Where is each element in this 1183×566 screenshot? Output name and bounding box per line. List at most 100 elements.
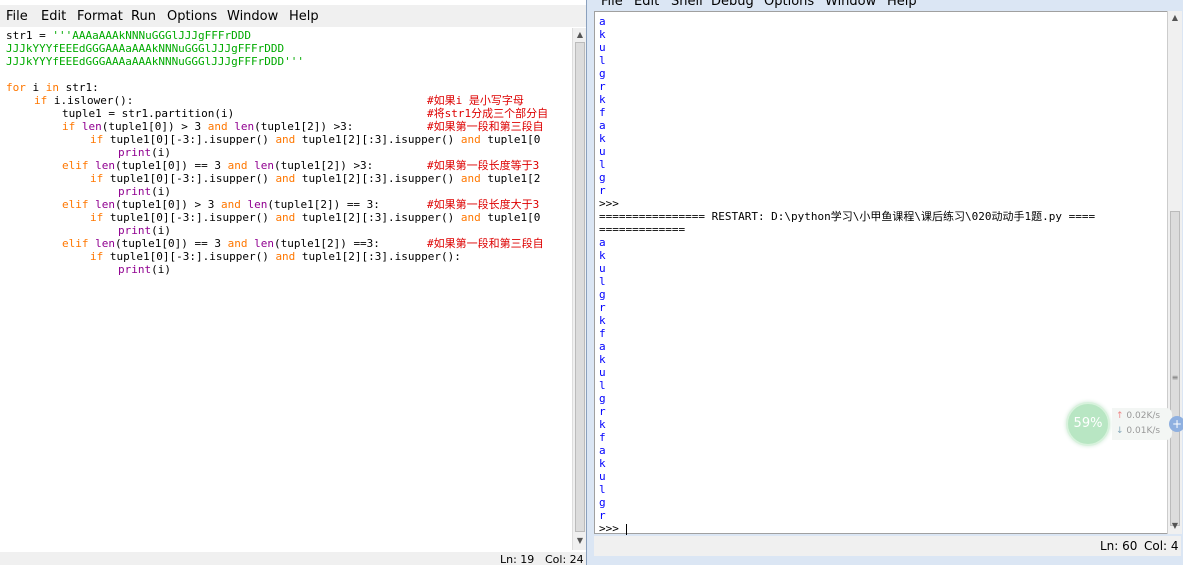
shell-menu-options[interactable]: Options	[764, 0, 814, 9]
shell-menu-shell[interactable]: Shell	[671, 0, 703, 9]
output-block: a k u l g r k f a k u l g r k f a k u l …	[599, 236, 606, 522]
code-text: (tuple1[0]) == 3	[115, 237, 228, 250]
code-text: (i)	[151, 263, 171, 276]
code-text: tuple1[2][:3].isupper()	[295, 211, 461, 224]
menu-file[interactable]: File	[6, 9, 28, 24]
scroll-down-icon[interactable]: ▼	[575, 536, 585, 546]
keyword: if	[90, 133, 104, 146]
speed-panel: ↑ 0.02K/s ↓ 0.01K/s	[1112, 408, 1172, 440]
code-comment: #如果第一段和第三段自	[427, 120, 544, 133]
menu-window[interactable]: Window	[227, 9, 278, 24]
code-line: if tuple1[0][-3:].isupper() and tuple1[2…	[90, 211, 540, 224]
download-speed-value: 0.01K/s	[1126, 426, 1161, 436]
shell-menu-help[interactable]: Help	[887, 0, 917, 9]
shell-menu-debug[interactable]: Debug	[711, 0, 754, 9]
editor-statusbar: Ln: 19 Col: 24	[0, 552, 590, 566]
builtin: print	[118, 224, 152, 237]
keyword: if	[34, 94, 48, 107]
code-line: print(i)	[118, 185, 171, 198]
text-cursor	[625, 523, 627, 535]
shell-menu-file[interactable]: File	[601, 0, 623, 9]
code-comment: #如果i 是小写字母	[427, 94, 524, 107]
menu-options[interactable]: Options	[167, 9, 217, 24]
usage-percent-badge[interactable]: 59%	[1066, 402, 1110, 446]
keyword: and	[220, 198, 241, 211]
code-text: (tuple1[2]) == 3:	[267, 198, 380, 211]
keyword: and	[275, 211, 296, 224]
editor-window: File Edit Format Run Options Window Help…	[0, 0, 590, 566]
code-line: elif len(tuple1[0]) == 3 and len(tuple1[…	[62, 237, 380, 250]
code-line: print(i)	[118, 263, 171, 276]
code-comment: #将str1分成三个部分自	[427, 107, 549, 120]
restart-line-cont: =============	[599, 223, 686, 236]
code-text: str1 =	[6, 29, 53, 42]
shell-scrollbar[interactable]: ▲ ≡ ▼	[1167, 11, 1182, 534]
keyword: if	[90, 250, 104, 263]
keyword: if	[62, 120, 76, 133]
shell-statusbar: Ln: 60 Col: 4	[594, 536, 1181, 556]
menu-run[interactable]: Run	[131, 9, 156, 24]
menu-help[interactable]: Help	[289, 9, 319, 24]
code-line: if len(tuple1[0]) > 3 and len(tuple1[2])…	[62, 120, 353, 133]
keyword: and	[207, 120, 228, 133]
code-line: tuple1 = str1.partition(i)	[62, 107, 235, 120]
keyword: and	[227, 159, 248, 172]
builtin: len	[95, 159, 115, 172]
keyword: elif	[62, 159, 89, 172]
code-text: tuple1[0][-3:].isupper()	[103, 250, 276, 263]
scroll-down-icon[interactable]: ▼	[1170, 521, 1180, 531]
shell-menu-edit[interactable]: Edit	[634, 0, 659, 9]
builtin: len	[254, 159, 274, 172]
code-editor[interactable]: str1 = '''AAAaAAAkNNNuGGGlJJJgFFFrDDD JJ…	[0, 28, 572, 550]
scroll-up-icon[interactable]: ▲	[1170, 13, 1180, 23]
shell-output-area[interactable]: a k u l g r k f a k u l g r >>> ========…	[594, 11, 1169, 535]
shell-menu-window[interactable]: Window	[825, 0, 876, 9]
keyword: for	[6, 81, 26, 94]
shell-window: File Edit Shell Debug Options Window Hel…	[586, 0, 1183, 565]
code-line: for i in str1:	[6, 81, 99, 94]
menu-format[interactable]: Format	[77, 9, 123, 24]
scroll-up-icon[interactable]: ▲	[575, 30, 585, 40]
keyword: and	[275, 133, 296, 146]
code-comment: #如果第一段长度等于3	[427, 159, 540, 172]
editor-scrollbar[interactable]: ▲ ▼	[572, 28, 587, 550]
code-line: print(i)	[118, 146, 171, 159]
code-text: str1:	[59, 81, 99, 94]
builtin: len	[95, 198, 115, 211]
keyword: elif	[62, 198, 89, 211]
keyword: and	[227, 237, 248, 250]
plus-icon[interactable]: +	[1169, 416, 1183, 432]
builtin: len	[234, 120, 255, 133]
builtin: len	[254, 237, 274, 250]
code-text: tuple1[2	[480, 172, 541, 185]
builtin: len	[81, 120, 102, 133]
code-text: (tuple1[0]) > 3	[115, 198, 221, 211]
code-text: tuple1[2][:3].isupper()	[295, 172, 461, 185]
shell-output: a k u l g r k f a k u l g r >>> ========…	[599, 15, 1155, 535]
code-comment: #如果第一段和第三段自	[427, 237, 544, 250]
restart-line: ================ RESTART: D:\python学习\小甲…	[599, 210, 1096, 223]
code-comment: #如果第一段长度大于3	[427, 198, 540, 211]
upload-speed: ↑ 0.02K/s	[1116, 411, 1160, 421]
code-line: str1 = '''AAAaAAAkNNNuGGGlJJJgFFFrDDD	[6, 29, 251, 42]
code-line: JJJkYYYfEEEdGGGAAAaAAAkNNNuGGGlJJJgFFFrD…	[6, 42, 285, 55]
network-speed-widget[interactable]: 59% ↑ 0.02K/s ↓ 0.01K/s +	[1066, 402, 1183, 446]
keyword: and	[275, 172, 296, 185]
menu-edit[interactable]: Edit	[41, 9, 66, 24]
editor-menubar: File Edit Format Run Options Window Help	[0, 5, 590, 27]
code-line: if i.islower():	[34, 94, 133, 107]
code-text: (tuple1[2]) ==3:	[273, 237, 380, 250]
code-text: i.islower():	[47, 94, 134, 107]
keyword: in	[45, 81, 59, 94]
code-line: elif len(tuple1[0]) > 3 and len(tuple1[2…	[62, 198, 380, 211]
code-text: i	[25, 81, 46, 94]
code-text: tuple1[2][:3].isupper()	[295, 133, 461, 146]
scrollbar-thumb[interactable]	[575, 42, 585, 532]
code-text: (i)	[151, 146, 171, 159]
shell-menubar: File Edit Shell Debug Options Window Hel…	[587, 0, 1183, 10]
scrollbar-thumb[interactable]	[1170, 211, 1180, 526]
keyword: if	[90, 211, 104, 224]
output-block: a k u l g r k f a k u l g r	[599, 15, 606, 197]
code-line: if tuple1[0][-3:].isupper() and tuple1[2…	[90, 133, 540, 146]
upload-speed-value: 0.02K/s	[1126, 411, 1161, 421]
